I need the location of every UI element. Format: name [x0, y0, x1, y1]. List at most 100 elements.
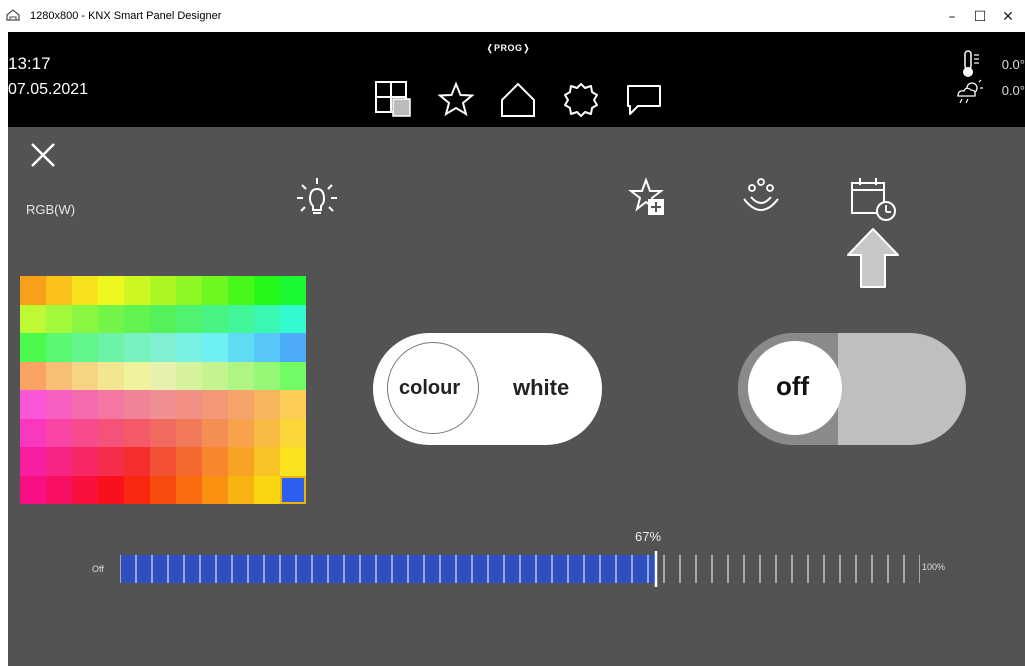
color-swatch[interactable] [254, 333, 280, 362]
color-swatch[interactable] [98, 276, 124, 305]
lightbulb-icon[interactable] [293, 175, 341, 223]
color-swatch[interactable] [228, 447, 254, 476]
color-swatch[interactable] [228, 276, 254, 305]
color-swatch[interactable] [228, 304, 254, 333]
color-swatch[interactable] [176, 447, 202, 476]
color-swatch[interactable] [98, 447, 124, 476]
color-swatch[interactable] [280, 304, 306, 333]
color-swatch[interactable] [72, 390, 98, 419]
chat-icon[interactable] [624, 80, 664, 120]
color-swatch[interactable] [124, 418, 150, 447]
timer-calendar-icon[interactable] [848, 175, 898, 221]
color-swatch[interactable] [150, 333, 176, 362]
color-swatch[interactable] [150, 475, 176, 504]
color-swatch[interactable] [46, 447, 72, 476]
scene-icon[interactable] [738, 175, 784, 221]
gear-icon[interactable] [561, 80, 601, 120]
color-swatch[interactable] [72, 418, 98, 447]
color-swatch[interactable] [254, 276, 280, 305]
color-swatch[interactable] [176, 361, 202, 390]
favorite-add-icon[interactable] [626, 177, 668, 219]
color-swatch[interactable] [176, 418, 202, 447]
color-swatch[interactable] [46, 361, 72, 390]
color-swatch[interactable] [254, 475, 280, 504]
color-swatch[interactable] [46, 276, 72, 305]
color-swatch[interactable] [228, 475, 254, 504]
color-swatch[interactable] [150, 276, 176, 305]
color-swatch[interactable] [124, 361, 150, 390]
color-swatch[interactable] [228, 418, 254, 447]
color-swatch[interactable] [20, 418, 46, 447]
brightness-slider[interactable] [120, 551, 920, 587]
color-swatch[interactable] [124, 333, 150, 362]
color-swatch[interactable] [72, 361, 98, 390]
color-swatch[interactable] [46, 333, 72, 362]
color-swatch[interactable] [176, 390, 202, 419]
color-swatch[interactable] [72, 304, 98, 333]
color-swatch[interactable] [280, 361, 306, 390]
color-palette[interactable] [20, 276, 306, 504]
color-swatch[interactable] [150, 361, 176, 390]
home-icon[interactable] [498, 80, 538, 120]
colour-white-toggle[interactable]: colour white [373, 333, 602, 445]
color-swatch[interactable] [228, 390, 254, 419]
color-swatch[interactable] [20, 276, 46, 305]
color-swatch[interactable] [280, 276, 306, 305]
color-swatch[interactable] [124, 304, 150, 333]
color-swatch[interactable] [98, 333, 124, 362]
color-swatch[interactable] [124, 475, 150, 504]
color-swatch[interactable] [176, 475, 202, 504]
prog-button[interactable]: ❬PROG❭ [486, 43, 531, 54]
color-swatch[interactable] [20, 304, 46, 333]
color-swatch[interactable] [280, 447, 306, 476]
color-swatch[interactable] [228, 333, 254, 362]
color-swatch[interactable] [46, 418, 72, 447]
color-swatch[interactable] [150, 390, 176, 419]
power-toggle[interactable]: off [738, 333, 966, 445]
color-swatch[interactable] [98, 475, 124, 504]
color-swatch[interactable] [176, 276, 202, 305]
color-swatch[interactable] [98, 361, 124, 390]
color-swatch[interactable] [20, 475, 46, 504]
color-swatch[interactable] [280, 418, 306, 447]
color-swatch[interactable] [254, 361, 280, 390]
color-swatch[interactable] [46, 304, 72, 333]
color-swatch[interactable] [20, 390, 46, 419]
color-swatch[interactable] [20, 447, 46, 476]
color-swatch[interactable] [228, 361, 254, 390]
color-swatch[interactable] [72, 475, 98, 504]
star-icon[interactable] [436, 80, 476, 120]
color-swatch[interactable] [176, 333, 202, 362]
color-swatch[interactable] [124, 390, 150, 419]
color-swatch[interactable] [72, 447, 98, 476]
color-swatch[interactable] [46, 475, 72, 504]
color-swatch[interactable] [72, 333, 98, 362]
color-swatch[interactable] [20, 333, 46, 362]
color-swatch[interactable] [98, 390, 124, 419]
color-swatch[interactable] [150, 418, 176, 447]
color-swatch[interactable] [150, 447, 176, 476]
color-swatch[interactable] [254, 390, 280, 419]
color-swatch[interactable] [150, 304, 176, 333]
maximize-button[interactable]: ☐ [966, 6, 994, 28]
color-swatch[interactable] [202, 418, 228, 447]
color-swatch[interactable] [72, 276, 98, 305]
color-swatch[interactable] [98, 304, 124, 333]
color-swatch[interactable] [176, 304, 202, 333]
color-swatch[interactable] [124, 447, 150, 476]
color-swatch[interactable] [202, 276, 228, 305]
color-swatch[interactable] [124, 276, 150, 305]
color-swatch[interactable] [202, 475, 228, 504]
grid-icon[interactable] [374, 80, 414, 120]
color-swatch[interactable] [202, 333, 228, 362]
color-swatch[interactable] [46, 390, 72, 419]
color-swatch[interactable] [202, 304, 228, 333]
color-swatch[interactable] [254, 304, 280, 333]
close-window-button[interactable]: ✕ [994, 6, 1022, 28]
color-swatch[interactable] [98, 418, 124, 447]
close-icon[interactable] [28, 140, 58, 170]
color-swatch[interactable] [254, 447, 280, 476]
color-swatch[interactable] [254, 418, 280, 447]
color-swatch[interactable] [280, 333, 306, 362]
color-swatch[interactable] [202, 390, 228, 419]
